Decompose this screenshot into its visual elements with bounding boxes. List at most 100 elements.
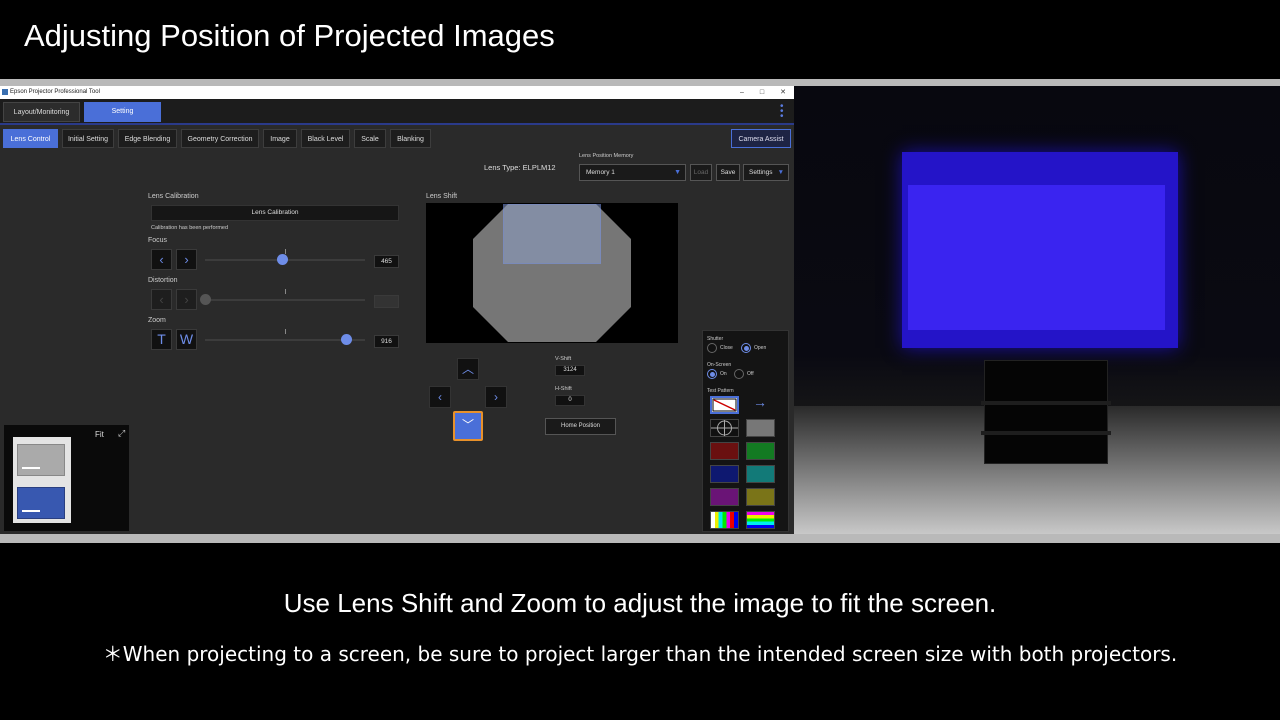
- test-pattern-gradient[interactable]: [746, 511, 775, 529]
- test-pattern-blue[interactable]: [710, 465, 739, 483]
- caption-note: ＊When projecting to a screen, be sure to…: [102, 642, 1178, 666]
- mini-projector-2[interactable]: [17, 487, 65, 519]
- tab-scale[interactable]: Scale: [354, 129, 386, 148]
- shutter-close-label: Close: [720, 345, 733, 351]
- h-shift-value[interactable]: 0: [555, 395, 585, 406]
- zoom-wide-button[interactable]: W: [176, 329, 197, 350]
- lens-calibration-button[interactable]: Lens Calibration: [151, 205, 399, 221]
- tab-blanking[interactable]: Blanking: [390, 129, 431, 148]
- v-shift-value[interactable]: 3124: [555, 365, 585, 376]
- test-pattern-red[interactable]: [710, 442, 739, 460]
- shift-down-button[interactable]: ﹀: [453, 411, 483, 441]
- pattern-circle-icon: [711, 420, 738, 436]
- tab-black-level[interactable]: Black Level: [301, 129, 350, 148]
- minimize-icon[interactable]: –: [740, 86, 744, 99]
- distortion-slider-thumb[interactable]: [200, 294, 211, 305]
- focus-far-button[interactable]: ›: [176, 249, 197, 270]
- next-pattern-arrow-icon[interactable]: →: [753, 394, 767, 410]
- focus-near-button[interactable]: ‹: [151, 249, 172, 270]
- distortion-slider-track[interactable]: [205, 299, 365, 301]
- maximize-icon[interactable]: □: [760, 86, 764, 99]
- tab-layout-monitoring[interactable]: Layout/Monitoring: [3, 102, 80, 122]
- lens-position-memory-label: Lens Position Memory: [579, 153, 634, 159]
- mini-projector-1[interactable]: [17, 444, 65, 476]
- projected-image-inner: [908, 185, 1165, 330]
- distortion-value[interactable]: [374, 295, 399, 308]
- test-pattern-yellow[interactable]: [746, 488, 775, 506]
- test-pattern-color-bars[interactable]: [710, 511, 739, 529]
- onscreen-off-radio[interactable]: [734, 369, 744, 379]
- focus-slider-thumb[interactable]: [276, 254, 288, 265]
- shift-up-button[interactable]: ︿: [457, 358, 479, 380]
- lens-shift-view[interactable]: [426, 203, 678, 343]
- shutter-close-radio[interactable]: [707, 343, 717, 353]
- shutter-label: Shutter: [707, 336, 724, 342]
- load-button[interactable]: Load: [690, 164, 712, 181]
- quick-panel: Shutter Close Open On-Screen On Off Test…: [702, 330, 789, 532]
- settings-label: Settings: [749, 169, 773, 176]
- memory-select[interactable]: Memory 1 ▼: [579, 164, 686, 181]
- chevron-down-icon: ▼: [777, 169, 784, 176]
- mini-status-bar: [22, 467, 40, 469]
- zoom-slider-tick: [285, 329, 286, 334]
- mini-status-bar: [22, 510, 40, 512]
- calibration-status: Calibration has been performed: [151, 225, 229, 231]
- tab-edge-blending[interactable]: Edge Blending: [118, 129, 177, 148]
- tab-lens-control[interactable]: Lens Control: [3, 129, 58, 148]
- video-title: Adjusting Position of Projected Images: [24, 18, 555, 53]
- focus-value[interactable]: 465: [374, 255, 399, 268]
- cart-shelf: [981, 401, 1111, 405]
- distortion-minus-button[interactable]: ‹: [151, 289, 172, 310]
- memory-selected-value: Memory 1: [586, 169, 615, 176]
- close-icon[interactable]: ✕: [780, 86, 786, 99]
- cart-shelf: [981, 431, 1111, 435]
- more-menu-icon[interactable]: • • •: [780, 102, 784, 122]
- projection-frame[interactable]: [503, 204, 601, 264]
- caption-main: Use Lens Shift and Zoom to adjust the im…: [283, 588, 997, 618]
- save-button[interactable]: Save: [716, 164, 740, 181]
- test-pattern-gray-grid[interactable]: [746, 419, 775, 437]
- tab-setting[interactable]: Setting: [84, 102, 161, 122]
- tab-geometry-correction[interactable]: Geometry Correction: [181, 129, 259, 148]
- onscreen-label: On-Screen: [707, 362, 732, 368]
- zoom-slider-thumb[interactable]: [340, 334, 352, 345]
- shift-right-button[interactable]: ›: [485, 386, 507, 408]
- top-bar: Layout/Monitoring Setting • • •: [0, 99, 794, 125]
- projection-camera-view: [794, 86, 1280, 534]
- lens-type: Lens Type: ELPLM12: [484, 163, 556, 172]
- onscreen-on-label: On: [720, 371, 727, 377]
- test-pattern-circle[interactable]: [710, 419, 739, 437]
- distortion-plus-button[interactable]: ›: [176, 289, 197, 310]
- test-pattern-geometry[interactable]: [710, 396, 739, 414]
- distortion-slider-tick: [285, 289, 286, 294]
- shutter-open-label: Open: [754, 345, 767, 351]
- settings-dropdown[interactable]: Settings ▼: [743, 164, 789, 181]
- test-pattern-magenta[interactable]: [710, 488, 739, 506]
- expand-icon[interactable]: ⤢: [118, 428, 125, 439]
- onscreen-off-label: Off: [747, 371, 754, 377]
- layout-thumbnail[interactable]: [13, 437, 71, 523]
- zoom-value[interactable]: 916: [374, 335, 399, 348]
- tab-image[interactable]: Image: [263, 129, 297, 148]
- projector-cart: [981, 360, 1111, 464]
- onscreen-on-radio[interactable]: [707, 369, 717, 379]
- window-title: Epson Projector Professional Tool: [10, 89, 100, 95]
- focus-label: Focus: [148, 237, 168, 244]
- fit-button[interactable]: Fit: [95, 430, 104, 439]
- chevron-down-icon: ▼: [674, 169, 681, 176]
- zoom-tele-button[interactable]: T: [151, 329, 172, 350]
- camera-assist-button[interactable]: Camera Assist: [731, 129, 791, 148]
- test-pattern-cyan[interactable]: [746, 465, 775, 483]
- app-icon: [2, 89, 8, 95]
- lens-calibration-title: Lens Calibration: [148, 193, 199, 200]
- test-pattern-green[interactable]: [746, 442, 775, 460]
- window-titlebar: Epson Projector Professional Tool – □ ✕: [0, 86, 794, 99]
- tab-initial-setting[interactable]: Initial Setting: [62, 129, 114, 148]
- shutter-open-radio[interactable]: [741, 343, 751, 353]
- test-pattern-label: Test Pattern: [707, 388, 734, 394]
- h-shift-label: H-Shift: [555, 386, 572, 392]
- shift-left-button[interactable]: ‹: [429, 386, 451, 408]
- navigator-panel: Fit ⤢: [4, 425, 129, 531]
- home-position-button[interactable]: Home Position: [545, 418, 616, 435]
- pattern-diagonal-icon: [712, 398, 737, 412]
